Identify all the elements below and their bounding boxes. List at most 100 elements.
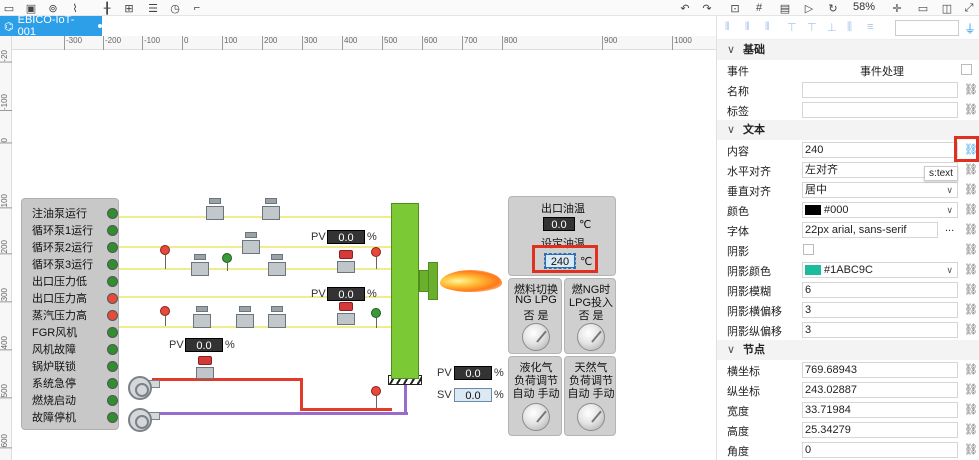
ruler-tick: 600 [422, 36, 437, 50]
height-field[interactable]: 25.34279 [802, 422, 958, 438]
link-icon[interactable]: ⛓ [964, 363, 978, 376]
fan-icon[interactable] [128, 376, 160, 400]
pos-y-field[interactable]: 243.02887 [802, 382, 958, 398]
valve-icon[interactable] [191, 254, 209, 280]
shadow-x-field[interactable]: 3 [802, 302, 958, 318]
fit-icon[interactable]: ▭ [916, 1, 930, 15]
link-icon[interactable]: ⛓ [964, 303, 978, 316]
angle-field[interactable]: 0 [802, 442, 958, 458]
section-text[interactable]: ∨ 文本 [717, 120, 979, 140]
link-icon[interactable]: ⛓ [964, 83, 978, 96]
redo-icon[interactable]: ↷ [700, 1, 714, 15]
shadow-y-field[interactable]: 3 [802, 322, 958, 338]
content-field[interactable]: 240 [802, 142, 958, 158]
fan-icon[interactable] [128, 408, 160, 432]
align-center-icon[interactable]: ⫴ [745, 21, 750, 34]
section-basic[interactable]: ∨ 基础 [717, 40, 979, 60]
ng-load-knob[interactable] [577, 403, 605, 431]
section-node[interactable]: ∨ 节点 [717, 340, 979, 360]
valve-icon[interactable] [262, 198, 280, 224]
color-select[interactable]: #000 ∨ [802, 202, 958, 218]
group-icon[interactable]: ⊞ [122, 1, 136, 15]
tag-field[interactable] [802, 102, 958, 118]
section-title: 节点 [743, 344, 765, 356]
shadow-checkbox[interactable] [803, 244, 814, 255]
align-middle-icon[interactable]: ⊤ [807, 21, 817, 34]
name-field[interactable] [802, 82, 958, 98]
align-left-icon[interactable]: ⫴ [725, 21, 730, 34]
valve-icon[interactable] [268, 306, 286, 332]
hash-icon[interactable]: # [752, 1, 766, 15]
filter-icon[interactable]: ⏚ [964, 20, 976, 37]
link-icon[interactable]: ⌇ [68, 1, 82, 15]
status-label: 锅炉联锁 [32, 361, 76, 373]
crosshair-icon[interactable]: ✛ [890, 1, 904, 15]
font-field[interactable]: 22px arial, sans-serif [802, 222, 938, 238]
link-icon[interactable]: ⛓ [964, 103, 978, 116]
undo-icon[interactable]: ↶ [678, 1, 692, 15]
status-lamp [107, 309, 118, 321]
document-icon[interactable]: ☰ [146, 1, 160, 15]
valign-select[interactable]: 居中 ∨ [802, 182, 958, 198]
publish-icon[interactable]: ⊚ [46, 1, 60, 15]
sv-input[interactable]: 0.0 [454, 388, 492, 402]
fuel-switch-knob[interactable] [522, 323, 550, 351]
link-icon[interactable]: ⛓ [964, 223, 978, 236]
link-icon[interactable]: ⛓ [964, 243, 978, 256]
link-icon[interactable]: ⛓ [964, 403, 978, 416]
align-search-input[interactable] [895, 20, 959, 36]
width-field[interactable]: 33.71984 [802, 402, 958, 418]
link-icon[interactable]: ⛓ [964, 263, 978, 276]
valve-icon[interactable] [206, 198, 224, 224]
clock-icon[interactable]: ◷ [168, 1, 182, 15]
event-checkbox[interactable] [961, 64, 972, 75]
align-right-icon[interactable]: ⫴ [765, 21, 770, 34]
save-file-icon[interactable]: ▤ [778, 1, 792, 15]
link-icon[interactable]: ⛓ [964, 443, 978, 456]
distribute-v-icon[interactable]: ≡ [867, 21, 873, 33]
valve-icon[interactable] [193, 306, 211, 332]
event-handler-value[interactable]: 事件处理 [860, 63, 904, 79]
link-icon[interactable]: ⛓ [964, 183, 978, 196]
link-icon[interactable]: ⛓ [964, 383, 978, 396]
status-lamp [107, 394, 118, 406]
monitor-icon[interactable]: ▭ [2, 1, 16, 15]
status-lamp [107, 224, 118, 236]
link-icon[interactable]: ⛓ [964, 163, 978, 176]
fullscreen-icon[interactable]: ⤢ [962, 1, 976, 15]
flowmeter-icon[interactable] [196, 356, 214, 380]
pv-label: PV [311, 231, 326, 243]
play-icon[interactable]: ▷ [802, 1, 816, 15]
status-lamp [107, 377, 118, 389]
valve-icon[interactable] [236, 306, 254, 332]
tab-ebico-iot-001[interactable]: ⌬ EBICO-IoT-001 [0, 14, 102, 38]
status-label: 循环泵3运行 [32, 259, 94, 271]
pos-x-field[interactable]: 769.68943 [802, 362, 958, 378]
fit-width-icon[interactable]: ◫ [940, 1, 954, 15]
font-more-button[interactable]: ... [945, 222, 954, 234]
save-icon[interactable]: ▣ [24, 1, 38, 15]
link-icon[interactable]: ⛓ [964, 323, 978, 336]
lpg-load-knob[interactable] [522, 403, 550, 431]
flow-icon[interactable]: ⌐ [190, 1, 204, 15]
shadow-color-select[interactable]: #1ABC9C ∨ [802, 262, 958, 278]
prop-label: 宽度 [727, 406, 749, 418]
link-icon[interactable]: ⛓ [964, 283, 978, 296]
distribute-h-icon[interactable]: ⫼ [847, 21, 852, 34]
shadow-blur-field[interactable]: 6 [802, 282, 958, 298]
boiler-body[interactable] [391, 203, 419, 379]
grid-icon[interactable]: ⊡ [728, 1, 742, 15]
link-icon[interactable]: ⛓ [964, 423, 978, 436]
refresh-icon[interactable]: ↻ [826, 1, 840, 15]
flowmeter-icon[interactable] [337, 250, 355, 274]
flowmeter-icon[interactable] [337, 302, 355, 326]
valve-icon[interactable] [242, 232, 260, 258]
link-icon[interactable]: ⛓ [964, 203, 978, 216]
align-bottom-icon[interactable]: ⊥ [827, 21, 837, 34]
valve-icon[interactable] [268, 254, 286, 280]
lpg-switch-knob[interactable] [577, 323, 605, 351]
toolbar: ▭ ▣ ⊚ ⌇ ╂ ⊞ ☰ ◷ ⌐ ↶ ↷ ⊡ # ▤ ▷ ↻ 58% ✛ ▭ … [0, 0, 979, 16]
zoom-level[interactable]: 58% [853, 1, 875, 13]
split-icon[interactable]: ╂ [100, 1, 114, 15]
align-top-icon[interactable]: ⊤ [787, 21, 797, 34]
